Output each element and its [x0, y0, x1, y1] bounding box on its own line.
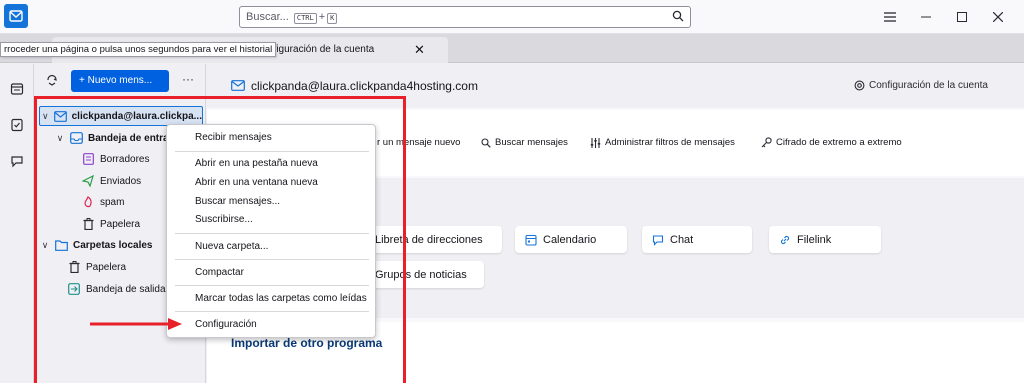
- chat-icon[interactable]: [8, 152, 26, 170]
- key-icon: [761, 137, 772, 148]
- chat-card[interactable]: Chat: [642, 226, 752, 253]
- search-messages-action[interactable]: Buscar mensajes: [481, 137, 568, 148]
- app-menu-icon[interactable]: [880, 8, 900, 26]
- new-message-button[interactable]: + Nuevo mens...: [71, 70, 169, 92]
- search-icon[interactable]: [672, 10, 684, 25]
- close-window-icon[interactable]: [988, 8, 1008, 26]
- mail-app-icon[interactable]: [4, 4, 28, 28]
- e2e-encryption-action[interactable]: Cifrado de extremo a extremo: [761, 137, 902, 148]
- spaces-toolbar: [0, 64, 34, 383]
- chat-icon: [652, 234, 664, 246]
- account-settings-link[interactable]: Configuración de la cuenta: [854, 80, 988, 91]
- tab-close-icon[interactable]: ✕: [414, 42, 425, 58]
- shortcut-k-key: K: [327, 13, 338, 24]
- highlight-box: [34, 96, 406, 383]
- calendar-icon: [525, 234, 537, 246]
- filter-sliders-icon: [590, 137, 601, 148]
- folder-pane-more-button[interactable]: ···: [182, 72, 194, 86]
- address-book-icon[interactable]: [8, 80, 26, 98]
- calendar-card[interactable]: Calendario: [515, 226, 627, 253]
- manage-filters-action[interactable]: Administrar filtros de mensajes: [590, 137, 735, 148]
- filelink-icon: [780, 235, 790, 244]
- minimize-icon[interactable]: [916, 8, 936, 26]
- get-messages-icon[interactable]: [46, 74, 58, 89]
- account-email: clickpanda@laura.clickpanda4hosting.com: [251, 79, 478, 93]
- maximize-icon[interactable]: [952, 8, 972, 26]
- search-placeholder: Buscar... CTRL + K: [246, 11, 339, 24]
- title-bar: Buscar... CTRL + K: [0, 0, 1024, 34]
- back-button-tooltip: rroceder una página o pulsa unos segundo…: [0, 42, 277, 57]
- tab-title: nfiguración de la cuenta: [268, 44, 375, 55]
- envelope-icon: [231, 80, 245, 94]
- filelink-card[interactable]: Filelink: [769, 226, 881, 253]
- pointer-arrow-icon: [90, 318, 182, 330]
- shortcut-ctrl-key: CTRL: [293, 13, 317, 24]
- tasks-icon[interactable]: [8, 116, 26, 134]
- search-icon: [481, 137, 491, 148]
- global-search-input[interactable]: Buscar... CTRL + K: [239, 6, 691, 28]
- gear-icon: [854, 80, 865, 91]
